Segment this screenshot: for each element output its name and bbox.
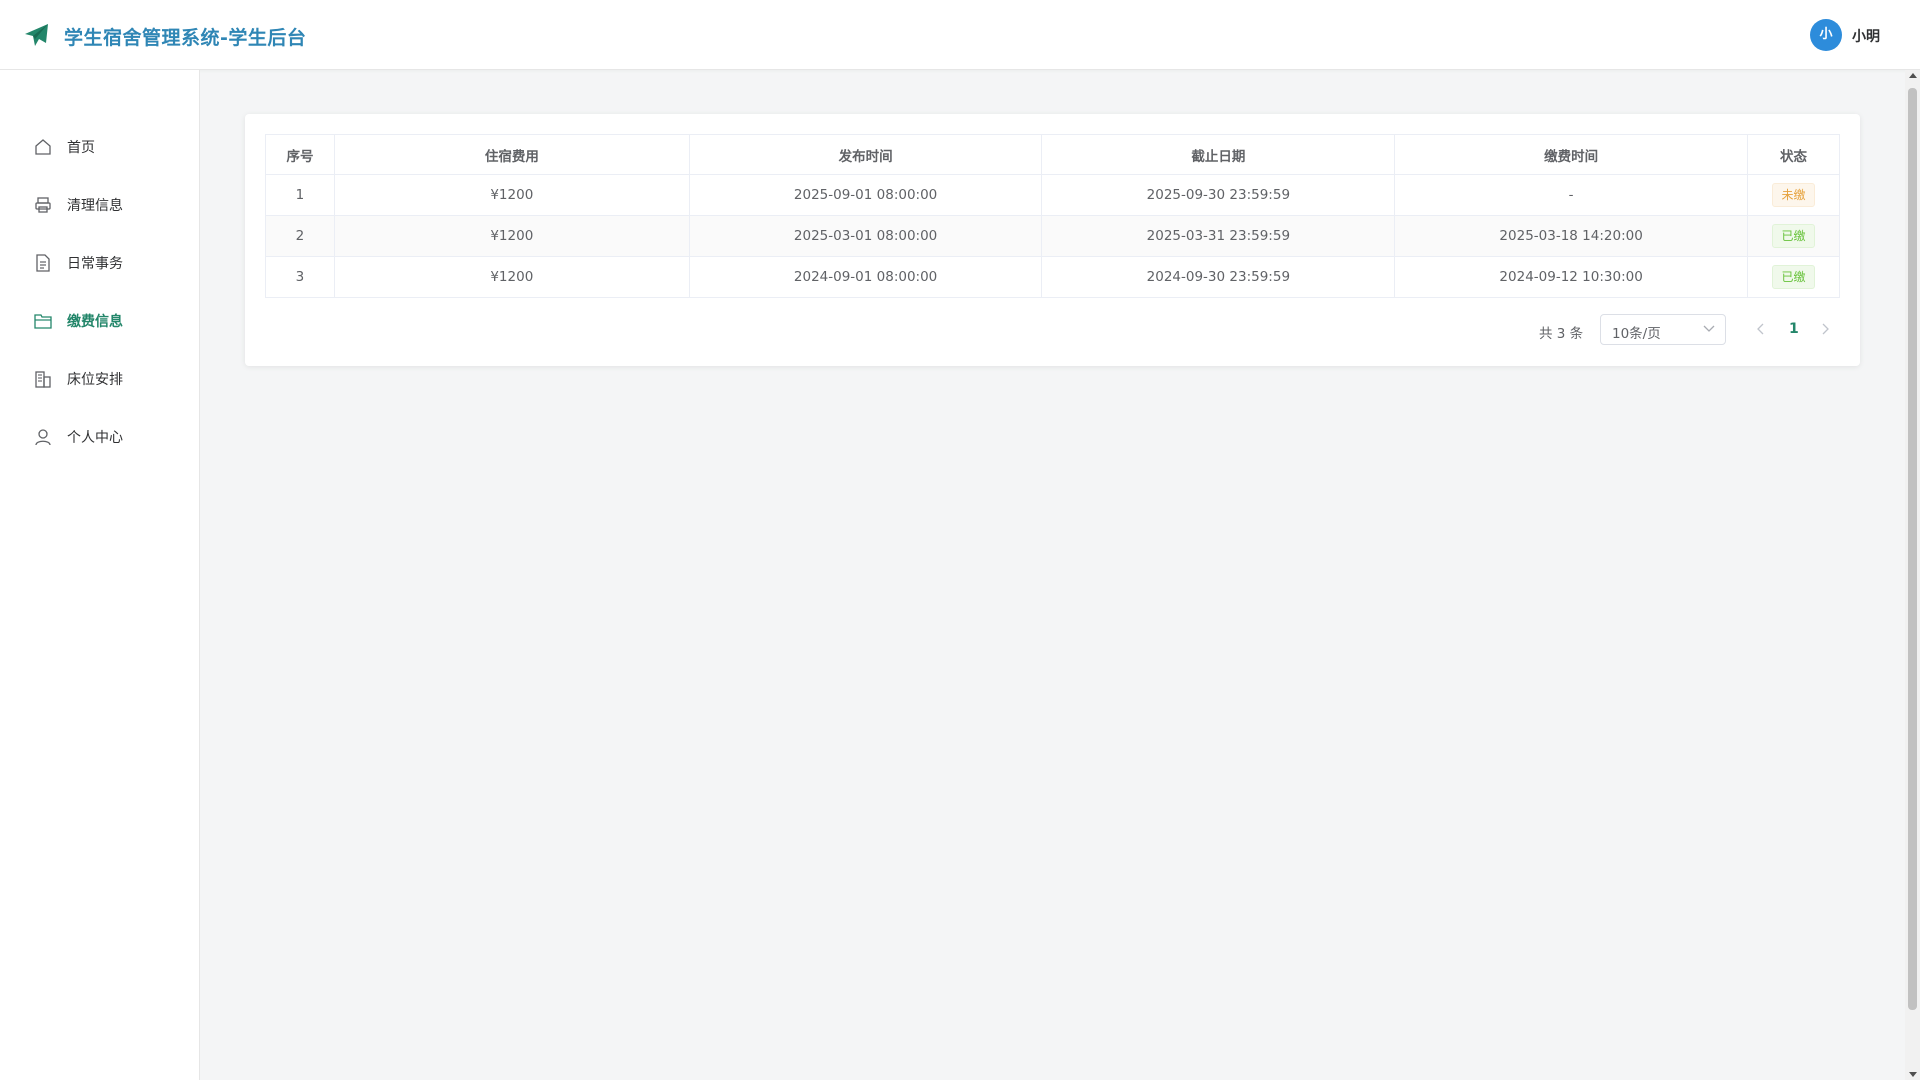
- sidebar: 首页 清理信息 日常事务 缴费信息 床位安排 个人中心: [0, 70, 200, 1080]
- cell-paid-time: 2025-03-18 14:20:00: [1394, 215, 1748, 257]
- column-header-published: 发布时间: [688, 134, 1043, 175]
- prev-page-icon[interactable]: [1755, 322, 1767, 336]
- sidebar-item-payment[interactable]: 缴费信息: [0, 291, 199, 349]
- scroll-down-arrow-icon[interactable]: [1909, 1072, 1917, 1077]
- avatar[interactable]: 小: [1810, 19, 1842, 51]
- sidebar-item-label: 床位安排: [67, 372, 123, 388]
- cell-paid-time: -: [1394, 174, 1748, 216]
- scroll-thumb[interactable]: [1908, 88, 1917, 1010]
- table-header-row: 序号 住宿费用 发布时间 截止日期 缴费时间 状态: [265, 134, 1840, 175]
- printer-icon: [35, 197, 51, 213]
- cell-status: 未缴: [1747, 174, 1840, 216]
- cell-fee: ¥1200: [333, 174, 690, 216]
- sidebar-item-label: 清理信息: [67, 198, 123, 214]
- pagination-total: 共 3 条: [1539, 326, 1584, 342]
- cell-published: 2024-09-01 08:00:00: [688, 256, 1043, 298]
- column-header-deadline: 截止日期: [1041, 134, 1396, 175]
- column-header-fee: 住宿费用: [333, 134, 690, 175]
- sidebar-item-cleaning[interactable]: 清理信息: [0, 175, 199, 233]
- status-badge: 已缴: [1772, 224, 1815, 248]
- top-header: 学生宿舍管理系统-学生后台 小 小明: [0, 0, 1920, 70]
- cell-index: 2: [265, 215, 335, 257]
- status-badge: 已缴: [1772, 265, 1815, 289]
- cell-deadline: 2024-09-30 23:59:59: [1041, 256, 1396, 298]
- page-number-current[interactable]: 1: [1789, 321, 1799, 337]
- cell-fee: ¥1200: [333, 256, 690, 298]
- sidebar-item-label: 缴费信息: [67, 314, 123, 330]
- page-size-value: 10条/页: [1612, 326, 1661, 342]
- status-badge: 未缴: [1772, 183, 1815, 207]
- page-size-select[interactable]: 10条/页: [1600, 314, 1726, 345]
- cell-deadline: 2025-03-31 23:59:59: [1041, 215, 1396, 257]
- chevron-down-icon: [1703, 325, 1715, 332]
- payment-table-card: 序号 住宿费用 发布时间 截止日期 缴费时间 状态 1 ¥1200 2025-0…: [245, 114, 1860, 366]
- sidebar-item-label: 个人中心: [67, 430, 123, 446]
- column-header-index: 序号: [265, 134, 335, 175]
- cell-status: 已缴: [1747, 256, 1840, 298]
- sidebar-item-label: 日常事务: [67, 256, 123, 272]
- table-row[interactable]: 2 ¥1200 2025-03-01 08:00:00 2025-03-31 2…: [265, 215, 1840, 257]
- sidebar-item-profile[interactable]: 个人中心: [0, 407, 199, 465]
- sidebar-item-bed-arrangement[interactable]: 床位安排: [0, 349, 199, 407]
- cell-index: 1: [265, 174, 335, 216]
- scroll-up-arrow-icon[interactable]: [1909, 73, 1917, 78]
- table-row[interactable]: 3 ¥1200 2024-09-01 08:00:00 2024-09-30 2…: [265, 256, 1840, 298]
- document-icon: [36, 254, 50, 272]
- user-icon: [35, 429, 51, 446]
- cell-paid-time: 2024-09-12 10:30:00: [1394, 256, 1748, 298]
- paper-plane-icon: [25, 24, 48, 46]
- home-icon: [35, 139, 51, 155]
- cell-published: 2025-09-01 08:00:00: [688, 174, 1043, 216]
- cell-status: 已缴: [1747, 215, 1840, 257]
- sidebar-item-label: 首页: [67, 140, 95, 156]
- payment-table: 序号 住宿费用 发布时间 截止日期 缴费时间 状态 1 ¥1200 2025-0…: [265, 134, 1840, 298]
- username[interactable]: 小明: [1852, 26, 1880, 46]
- building-icon: [35, 371, 51, 388]
- next-page-icon[interactable]: [1819, 322, 1831, 336]
- folder-icon: [34, 314, 52, 329]
- column-header-status: 状态: [1747, 134, 1840, 175]
- table-row[interactable]: 1 ¥1200 2025-09-01 08:00:00 2025-09-30 2…: [265, 174, 1840, 216]
- vertical-scrollbar[interactable]: [1905, 70, 1920, 1080]
- cell-deadline: 2025-09-30 23:59:59: [1041, 174, 1396, 216]
- cell-index: 3: [265, 256, 335, 298]
- cell-published: 2025-03-01 08:00:00: [688, 215, 1043, 257]
- column-header-paid-time: 缴费时间: [1394, 134, 1748, 175]
- sidebar-item-home[interactable]: 首页: [0, 117, 199, 175]
- sidebar-item-daily-affairs[interactable]: 日常事务: [0, 233, 199, 291]
- cell-fee: ¥1200: [333, 215, 690, 257]
- app-title: 学生宿舍管理系统-学生后台: [64, 27, 307, 49]
